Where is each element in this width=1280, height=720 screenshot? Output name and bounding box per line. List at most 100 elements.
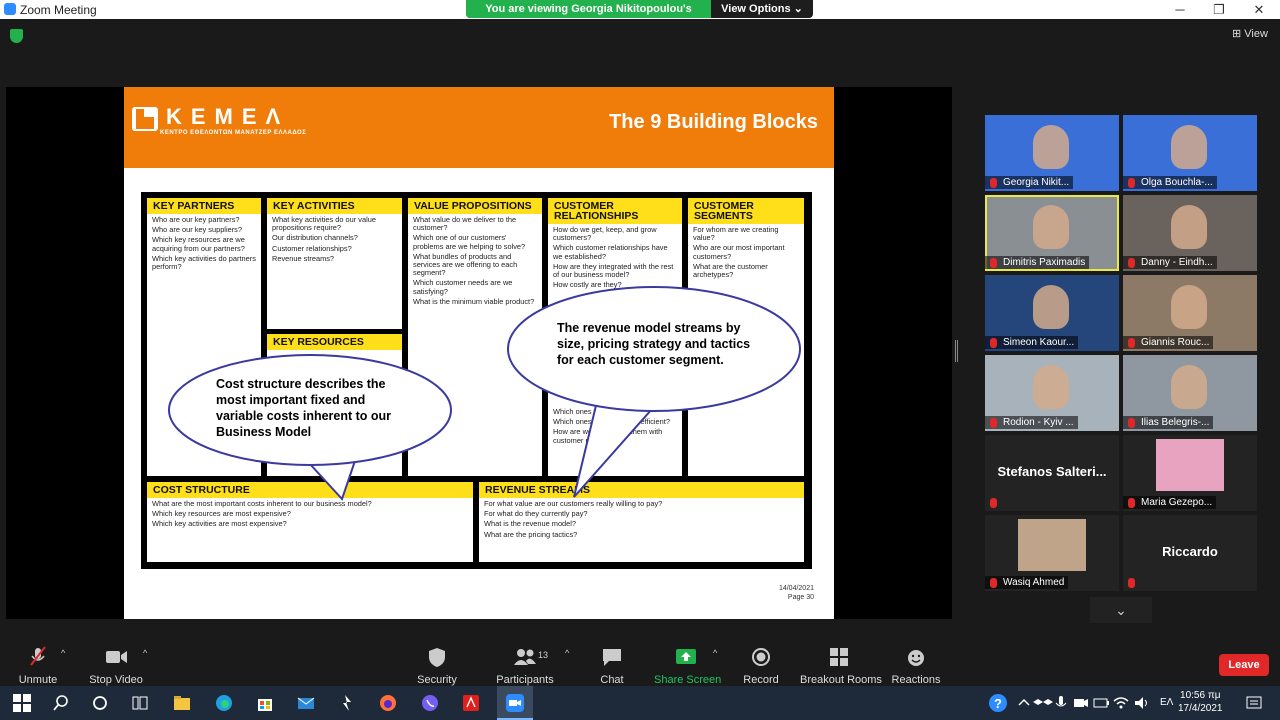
windows-start-icon[interactable] bbox=[12, 693, 32, 713]
reactions-label: Reactions bbox=[891, 674, 941, 686]
file-explorer-icon[interactable] bbox=[172, 693, 192, 713]
share-options-caret[interactable]: ^ bbox=[713, 648, 717, 658]
participant-avatar bbox=[1018, 519, 1086, 571]
participant-name: Wasiq Ahmed bbox=[985, 576, 1069, 589]
muted-mic-icon bbox=[990, 258, 997, 268]
search-icon[interactable] bbox=[51, 693, 71, 713]
muted-mic-icon bbox=[1128, 338, 1135, 348]
participant-tile[interactable]: Ilias Belegris-... bbox=[1123, 355, 1257, 431]
power-automate-icon[interactable] bbox=[337, 693, 357, 713]
encryption-shield-icon[interactable] bbox=[10, 29, 23, 43]
minimize-button[interactable]: ─ bbox=[1160, 1, 1200, 18]
participant-name: Danny - Eindh... bbox=[1123, 256, 1217, 269]
zoom-app-icon bbox=[4, 3, 16, 15]
participants-button[interactable]: Participants bbox=[494, 636, 556, 686]
breakout-rooms-label: Breakout Rooms bbox=[800, 674, 882, 686]
tray-clock[interactable]: 10:56 πμ 17/4/2021 bbox=[1178, 689, 1223, 715]
participant-name: Maria Gezepo... bbox=[1123, 496, 1217, 509]
unmute-button[interactable]: Unmute bbox=[14, 636, 62, 686]
breakout-rooms-icon bbox=[826, 646, 852, 668]
participant-tile[interactable]: Olga Bouchla-... bbox=[1123, 115, 1257, 191]
store-icon[interactable] bbox=[255, 693, 275, 713]
notifications-icon[interactable] bbox=[1244, 693, 1264, 713]
muted-mic-icon bbox=[990, 578, 997, 588]
participant-video bbox=[1171, 365, 1207, 409]
breakout-rooms-button[interactable]: Breakout Rooms bbox=[800, 636, 882, 686]
participant-tile[interactable]: Riccardo bbox=[1123, 515, 1257, 591]
tray-date: 17/4/2021 bbox=[1178, 703, 1223, 714]
unmute-label: Unmute bbox=[18, 674, 58, 686]
close-button[interactable]: ✕ bbox=[1239, 1, 1279, 18]
chat-label: Chat bbox=[600, 674, 624, 686]
slide-date: 14/04/2021 bbox=[778, 585, 814, 592]
window-title: Zoom Meeting bbox=[20, 3, 97, 17]
view-options-button[interactable]: View Options ⌄ bbox=[711, 0, 813, 18]
participant-tile[interactable]: Stefanos Salteri... bbox=[985, 435, 1119, 511]
wifi-icon[interactable] bbox=[1111, 693, 1131, 713]
participant-tile[interactable]: Rodion - Kyiv ... bbox=[985, 355, 1119, 431]
participant-tile[interactable]: Simeon Kaour... bbox=[985, 275, 1119, 351]
muted-mic-icon bbox=[990, 338, 997, 348]
task-view-icon[interactable] bbox=[130, 693, 150, 713]
share-screen-button[interactable]: Share Screen bbox=[654, 636, 721, 686]
participant-tile[interactable]: Maria Gezepo... bbox=[1123, 435, 1257, 511]
gallery-next-page-button[interactable]: ⌄ bbox=[1090, 597, 1152, 623]
zoom-taskbar-button[interactable] bbox=[497, 686, 533, 720]
meeting-toolbar: Unmute ^ Stop Video ^ Security Participa… bbox=[0, 636, 1280, 686]
tray-time: 10:56 πμ bbox=[1180, 690, 1221, 701]
participant-tile[interactable]: Dimitris Paximadis bbox=[985, 195, 1119, 271]
participant-name: Riccardo bbox=[1162, 544, 1218, 559]
participant-video bbox=[1033, 285, 1069, 329]
mail-icon[interactable] bbox=[296, 693, 316, 713]
tray-expand-icon[interactable] bbox=[1014, 693, 1034, 713]
volume-icon[interactable] bbox=[1132, 693, 1152, 713]
revenue-callout-text: The revenue model streams by size, prici… bbox=[557, 321, 751, 367]
participant-name: Dimitris Paximadis bbox=[985, 256, 1090, 269]
audio-options-caret[interactable]: ^ bbox=[61, 648, 65, 658]
video-camera-icon bbox=[103, 646, 129, 668]
smiley-icon bbox=[903, 646, 929, 668]
participant-tile[interactable]: Wasiq Ahmed bbox=[985, 515, 1119, 591]
participant-tile[interactable]: Danny - Eindh... bbox=[1123, 195, 1257, 271]
chat-button[interactable]: Chat bbox=[590, 636, 634, 686]
battery-icon[interactable] bbox=[1091, 693, 1111, 713]
participants-options-caret[interactable]: ^ bbox=[565, 648, 569, 658]
view-layout-button[interactable]: ⊞ View bbox=[1232, 27, 1268, 40]
panel-splitter-handle[interactable] bbox=[955, 340, 958, 362]
muted-mic-icon bbox=[990, 498, 997, 508]
leave-meeting-button[interactable]: Leave bbox=[1219, 654, 1269, 676]
shield-icon bbox=[424, 646, 450, 668]
participant-video bbox=[1033, 365, 1069, 409]
help-icon[interactable]: ? bbox=[988, 693, 1008, 713]
maximize-button[interactable]: ❐ bbox=[1199, 1, 1239, 18]
viber-icon[interactable] bbox=[420, 693, 440, 713]
edge-browser-icon[interactable] bbox=[214, 693, 234, 713]
participant-name: Simeon Kaour... bbox=[985, 336, 1079, 349]
microphone-tray-icon[interactable] bbox=[1051, 693, 1071, 713]
muted-mic-icon bbox=[1128, 578, 1135, 588]
record-button[interactable]: Record bbox=[740, 636, 782, 686]
cortana-icon[interactable] bbox=[90, 693, 110, 713]
slide-page-number: Page 30 bbox=[787, 594, 814, 601]
participant-video bbox=[1033, 125, 1069, 169]
presentation-slide: ΚΕΜΕΛ ΚΕΝΤΡΟ ΕΘΕΛΟΝΤΩΝ ΜΑΝΑΤΖΕΡ ΕΛΛΑΔΟΣ … bbox=[124, 87, 834, 619]
firefox-icon[interactable] bbox=[378, 693, 398, 713]
participant-name: Ilias Belegris-... bbox=[1123, 416, 1214, 429]
participant-name: Olga Bouchla-... bbox=[1123, 176, 1217, 189]
participant-name: Stefanos Salteri... bbox=[997, 464, 1107, 479]
participant-tile[interactable]: Georgia Nikit... bbox=[985, 115, 1119, 191]
muted-mic-icon bbox=[25, 646, 51, 668]
acrobat-icon[interactable] bbox=[461, 693, 481, 713]
security-label: Security bbox=[417, 674, 457, 686]
cost-callout-text: Cost structure describes the most import… bbox=[216, 377, 392, 439]
reactions-button[interactable]: Reactions bbox=[891, 636, 941, 686]
participants-label: Participants bbox=[496, 674, 554, 686]
dropbox-icon[interactable] bbox=[1033, 693, 1053, 713]
camera-tray-icon[interactable] bbox=[1071, 693, 1091, 713]
input-language[interactable]: ΕΛ bbox=[1160, 697, 1173, 708]
video-options-caret[interactable]: ^ bbox=[143, 648, 147, 658]
muted-mic-icon bbox=[1128, 418, 1135, 428]
security-button[interactable]: Security bbox=[412, 636, 462, 686]
stop-video-button[interactable]: Stop Video bbox=[86, 636, 146, 686]
participant-tile[interactable]: Giannis Rouc... bbox=[1123, 275, 1257, 351]
